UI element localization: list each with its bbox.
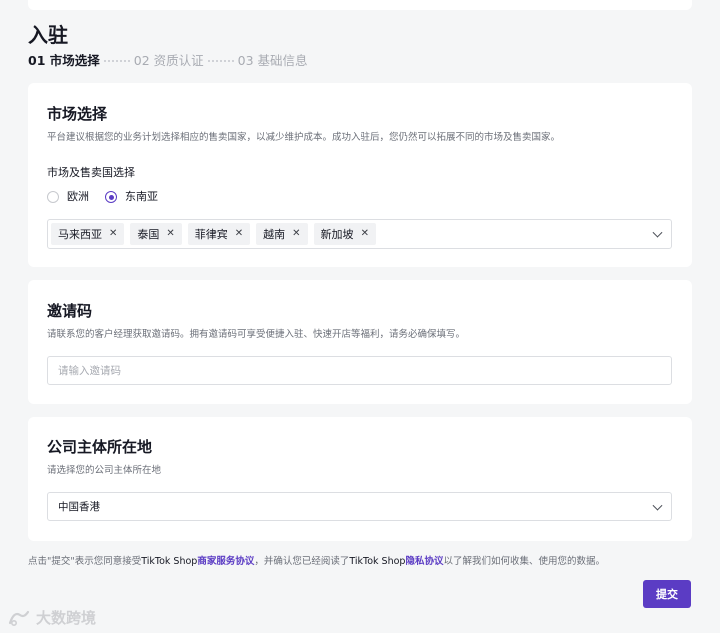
step-qualification: 02 资质认证 [133, 53, 204, 68]
region-radio-group: 欧洲 东南亚 [47, 190, 174, 204]
step-basic-info: 03 基础信息 [237, 53, 308, 68]
agreement-middle: ，并确认您已经阅读了 [254, 556, 350, 567]
country-tag: 越南 ✕ [256, 223, 308, 245]
agreement-text: 点击"提交"表示您同意接受TikTok Shop商家服务协议，并确认您已经阅读了… [28, 555, 605, 569]
step-market: 01 市场选择 [28, 53, 100, 68]
country-tag: 马来西亚 ✕ [51, 223, 125, 245]
invite-code-input[interactable] [47, 356, 672, 385]
step-connector [207, 60, 234, 62]
submit-button[interactable]: 提交 [643, 580, 691, 608]
agreement-brand: TikTok Shop [349, 556, 406, 567]
agreement-prefix: 点击"提交"表示您同意接受 [28, 556, 142, 567]
close-icon[interactable]: ✕ [292, 229, 300, 239]
company-title: 公司主体所在地 [47, 438, 153, 456]
country-tag-label: 越南 [263, 228, 286, 241]
chevron-down-icon[interactable] [652, 227, 663, 238]
close-icon[interactable]: ✕ [166, 229, 174, 239]
merchant-service-agreement-link[interactable]: 商家服务协议 [197, 556, 254, 567]
step-indicator: 01 市场选择 02 资质认证 03 基础信息 [28, 51, 308, 71]
invite-title: 邀请码 [47, 302, 93, 320]
close-icon[interactable]: ✕ [235, 229, 243, 239]
country-multi-select[interactable]: 马来西亚 ✕ 泰国 ✕ 菲律宾 ✕ 越南 ✕ 新加坡 ✕ [47, 219, 672, 249]
country-tag-label: 泰国 [137, 228, 160, 241]
close-icon[interactable]: ✕ [109, 229, 117, 239]
page-title: 入驻 [28, 23, 68, 47]
watermark-text: 大数跨境 [36, 609, 97, 627]
privacy-policy-link[interactable]: 隐私协议 [405, 556, 443, 567]
radio-southeast-asia[interactable]: 东南亚 [105, 190, 158, 204]
agreement-suffix: 以了解我们如何收集、使用您的数据。 [443, 556, 605, 567]
watermark-logo-icon [8, 610, 30, 626]
company-location-value: 中国香港 [58, 501, 100, 513]
market-field-label: 市场及售卖国选择 [47, 166, 135, 179]
country-tag-label: 新加坡 [320, 228, 354, 241]
country-tag-label: 马来西亚 [58, 228, 102, 241]
radio-europe-circle[interactable] [47, 191, 59, 203]
invite-card: 邀请码 请联系您的客户经理获取邀请码。拥有邀请码可享受便捷入驻、快速开店等福利，… [28, 280, 692, 404]
country-tag: 新加坡 ✕ [313, 223, 376, 245]
radio-southeast-asia-circle[interactable] [105, 191, 117, 203]
watermark: 大数跨境 [8, 607, 96, 628]
country-tag: 菲律宾 ✕ [187, 223, 251, 245]
market-description: 平台建议根据您的业务计划选择相应的售卖国家，以减少维护成本。成功入驻后，您仍然可… [47, 132, 561, 143]
country-tag-label: 菲律宾 [194, 228, 228, 241]
agreement-brand: TikTok Shop [141, 556, 198, 567]
invite-description: 请联系您的客户经理获取邀请码。拥有邀请码可享受便捷入驻、快速开店等福利，请务必确… [47, 329, 466, 340]
company-location-select[interactable]: 中国香港 [47, 492, 672, 521]
page: 入驻 01 市场选择 02 资质认证 03 基础信息 市场选择 平台建议根据您的… [0, 0, 720, 633]
company-description: 请选择您的公司主体所在地 [47, 465, 162, 476]
previous-card-edge [28, 0, 692, 10]
radio-europe[interactable]: 欧洲 [47, 190, 89, 204]
country-tag: 泰国 ✕ [130, 223, 182, 245]
radio-southeast-asia-label: 东南亚 [125, 190, 158, 203]
chevron-down-icon[interactable] [652, 500, 663, 511]
company-card: 公司主体所在地 请选择您的公司主体所在地 中国香港 [28, 417, 692, 541]
step-connector [103, 60, 130, 62]
radio-europe-label: 欧洲 [67, 190, 89, 203]
close-icon[interactable]: ✕ [361, 229, 369, 239]
market-title: 市场选择 [47, 105, 108, 123]
market-card: 市场选择 平台建议根据您的业务计划选择相应的售卖国家，以减少维护成本。成功入驻后… [28, 83, 692, 267]
